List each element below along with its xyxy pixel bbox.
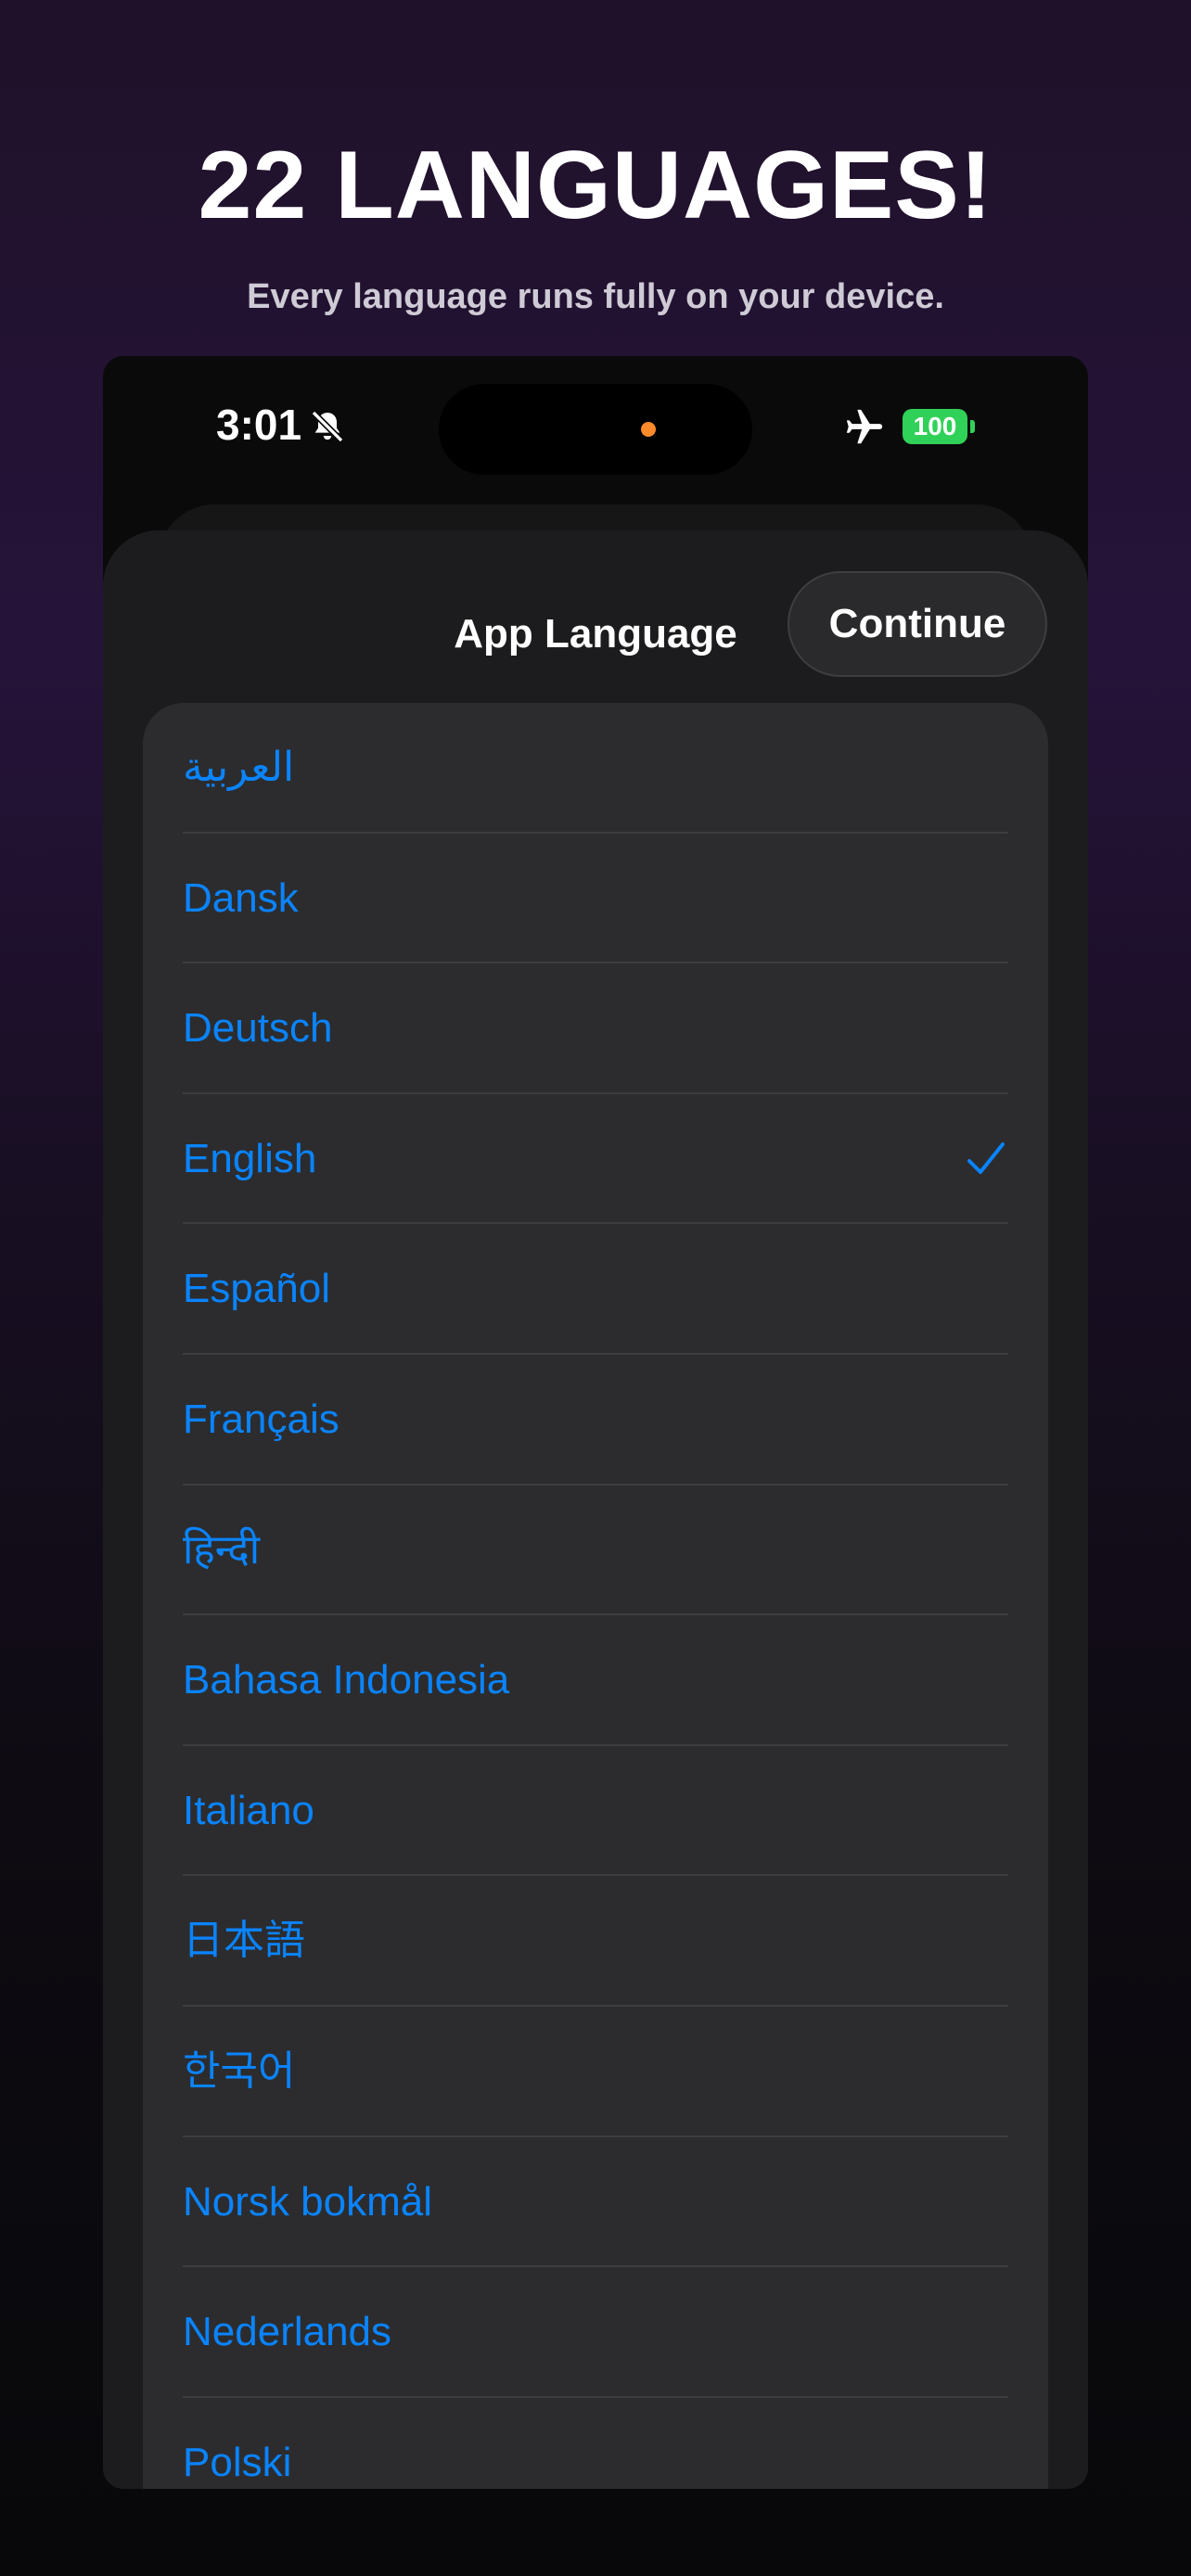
language-label: Norsk bokmål bbox=[183, 2178, 432, 2225]
airplane-icon bbox=[846, 409, 883, 444]
checkmark-icon bbox=[967, 1141, 1005, 1174]
language-row[interactable]: Deutsch bbox=[143, 963, 1048, 1094]
status-bar: 3:01 100 bbox=[103, 356, 1088, 504]
language-label: Italiano bbox=[183, 1787, 314, 1833]
language-list: العربية Dansk Deutsch English Español Françai… bbox=[143, 703, 1048, 2489]
language-row[interactable]: Polski bbox=[143, 2398, 1048, 2489]
language-row[interactable]: English bbox=[143, 1094, 1048, 1225]
language-row[interactable]: 한국어 bbox=[143, 2007, 1048, 2137]
language-label: 한국어 bbox=[183, 2047, 296, 2094]
bell-slash-icon bbox=[311, 410, 344, 443]
language-label: English bbox=[183, 1135, 317, 1181]
promo-subtitle: Every language runs fully on your device… bbox=[247, 277, 944, 316]
language-sheet: App Language Continue العربية Dansk Deutsc… bbox=[103, 530, 1088, 2489]
language-label: Nederlands bbox=[183, 2309, 392, 2355]
battery-icon: 100 bbox=[903, 409, 967, 444]
promo-title: 22 LANGUAGES! bbox=[198, 132, 993, 239]
status-time: 3:01 bbox=[216, 401, 302, 449]
language-label: Dansk bbox=[183, 874, 299, 921]
battery-nub bbox=[970, 420, 975, 433]
language-row[interactable]: Español bbox=[143, 1224, 1048, 1355]
privacy-indicator-dot bbox=[641, 422, 656, 437]
language-row[interactable]: Français bbox=[143, 1355, 1048, 1486]
language-label: 日本語 bbox=[183, 1918, 305, 1964]
language-label: Deutsch bbox=[183, 1005, 333, 1052]
language-row[interactable]: 日本語 bbox=[143, 1876, 1048, 2007]
language-row[interactable]: Dansk bbox=[143, 834, 1048, 964]
device-screen: 3:01 100 App Language Continue العربية Da… bbox=[103, 356, 1088, 2489]
language-row[interactable]: Norsk bokmål bbox=[143, 2137, 1048, 2268]
language-label: Français bbox=[183, 1396, 339, 1442]
language-label: Español bbox=[183, 1266, 331, 1312]
language-label: Bahasa Indonesia bbox=[183, 1657, 510, 1703]
language-row[interactable]: Italiano bbox=[143, 1746, 1048, 1877]
dynamic-island bbox=[439, 384, 752, 475]
continue-button[interactable]: Continue bbox=[788, 571, 1047, 677]
language-row[interactable]: हिन्दी bbox=[143, 1486, 1048, 1616]
language-row[interactable]: العربية bbox=[143, 703, 1048, 834]
language-label: हिन्दी bbox=[183, 1526, 261, 1573]
language-label: العربية bbox=[183, 745, 295, 790]
language-label: Polski bbox=[183, 2439, 292, 2485]
language-row[interactable]: Nederlands bbox=[143, 2267, 1048, 2398]
language-row[interactable]: Bahasa Indonesia bbox=[143, 1615, 1048, 1746]
